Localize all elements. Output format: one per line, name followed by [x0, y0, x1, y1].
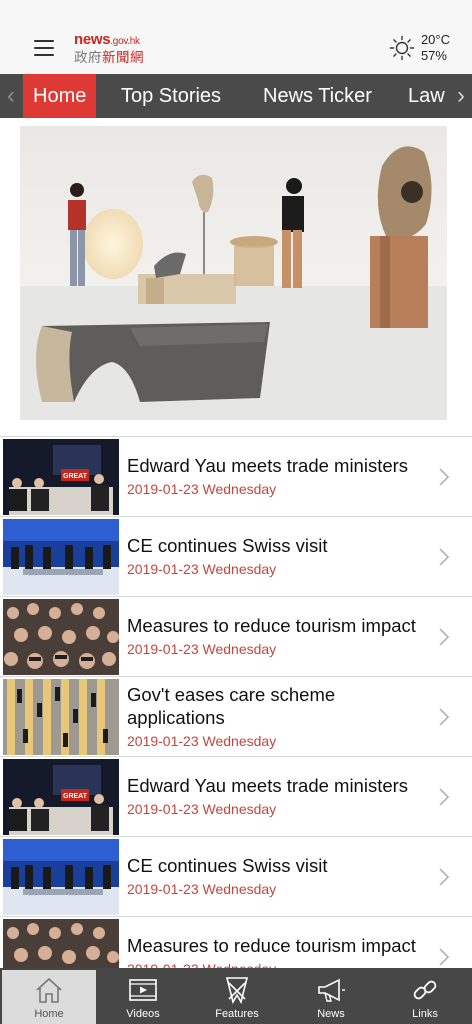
tab-news-ticker[interactable]: News Ticker [263, 74, 372, 118]
news-date: 2019-01-23 Wednesday [127, 561, 277, 577]
news-title: Measures to reduce tourism impact [127, 615, 416, 636]
nav-links-label: Links [412, 1008, 438, 1020]
weather-widget[interactable]: 20°C 57% [389, 32, 450, 64]
category-tabbar: ‹ Home Top Stories News Ticker Law › [0, 74, 472, 118]
logo-zh-grey: 政府 [74, 50, 102, 66]
sun-icon [389, 35, 415, 61]
nav-videos[interactable]: Videos [96, 968, 190, 1024]
tab-home[interactable]: Home [23, 74, 97, 118]
site-logo[interactable]: news.gov.hk 政府新聞網 [74, 32, 144, 67]
tab-law[interactable]: Law [408, 74, 445, 118]
news-title: Gov't eases care scheme applications [127, 683, 336, 728]
news-title: CE continues Swiss visit [127, 855, 328, 876]
chevron-right-icon [439, 547, 450, 566]
home-icon [36, 977, 62, 1003]
features-icon [225, 977, 249, 1005]
chevron-right-icon [439, 867, 450, 886]
news-list-item[interactable]: Gov't eases care scheme applications 2019… [0, 677, 472, 757]
humidity: 57% [420, 48, 447, 63]
video-icon [129, 979, 157, 1001]
bottom-navigation: Home Videos Features News Links [0, 968, 472, 1024]
news-date: 2019-01-23 Wednesday [127, 881, 277, 897]
news-thumbnail: GREAT [3, 759, 119, 835]
megaphone-icon [318, 978, 345, 1002]
news-thumbnail [3, 599, 119, 675]
news-date: 2019-01-23 Wednesday [127, 481, 277, 497]
nav-videos-label: Videos [126, 1008, 160, 1020]
logo-domain-text: .gov.hk [110, 36, 140, 47]
nav-links[interactable]: Links [378, 968, 472, 1024]
chevron-right-icon [439, 787, 450, 806]
nav-home-label: Home [34, 1008, 64, 1020]
news-thumbnail [3, 519, 119, 595]
menu-icon[interactable] [34, 40, 54, 56]
news-date: 2019-01-23 Wednesday [127, 959, 432, 968]
news-thumbnail [3, 839, 119, 915]
tabs-scroll-left-icon[interactable]: ‹ [0, 74, 22, 118]
news-list-item[interactable]: CE continues Swiss visit 2019-01-23 Wedne… [0, 837, 472, 917]
nav-news[interactable]: News [284, 968, 378, 1024]
chevron-right-icon [439, 467, 450, 486]
link-icon [413, 980, 437, 1000]
news-thumbnail [3, 919, 119, 968]
svg-text:GREAT: GREAT [63, 793, 88, 800]
temperature: 20°C [420, 32, 450, 47]
news-list: GREAT Edward Yau meets trade ministers 201… [0, 436, 472, 968]
news-date: 2019-01-23 Wednesday [127, 641, 277, 657]
tab-top-stories[interactable]: Top Stories [121, 74, 221, 118]
nav-features-label: Features [215, 1008, 259, 1020]
hero-photo [20, 126, 447, 420]
news-list-item[interactable]: GREAT Edward Yau meets trade ministers 201… [0, 757, 472, 837]
news-title: Edward Yau meets trade ministers [127, 455, 409, 476]
hero-image[interactable] [20, 126, 447, 420]
nav-features[interactable]: Features [190, 968, 284, 1024]
app-header: news.gov.hk 政府新聞網 20°C 57% [0, 0, 472, 74]
news-thumbnail: GREAT [3, 439, 119, 515]
news-title: Edward Yau meets trade ministers [127, 775, 409, 796]
svg-text:GREAT: GREAT [63, 473, 88, 480]
news-list-item[interactable]: Measures to reduce tourism impact 2019-01… [0, 597, 472, 677]
news-title: CE continues Swiss visit [127, 535, 328, 556]
chevron-right-icon [439, 627, 450, 646]
nav-home[interactable]: Home [2, 970, 96, 1024]
chevron-right-icon [439, 707, 450, 726]
logo-news-text: news [74, 31, 111, 48]
logo-zh-red: 新聞網 [102, 50, 144, 66]
nav-news-label: News [317, 1008, 345, 1020]
news-list-item[interactable]: CE continues Swiss visit 2019-01-23 Wedne… [0, 517, 472, 597]
tabs-scroll-right-icon[interactable]: › [450, 74, 472, 118]
news-list-item[interactable]: Measures to reduce tourism impact 2019-01… [0, 917, 472, 968]
chevron-right-icon [439, 947, 450, 966]
news-list-item[interactable]: GREAT Edward Yau meets trade ministers 201… [0, 437, 472, 517]
news-title: Measures to reduce tourism impact [127, 935, 416, 956]
news-thumbnail [3, 679, 119, 755]
news-date: 2019-01-23 Wednesday [127, 801, 277, 817]
news-date: 2019-01-23 Wednesday [127, 732, 277, 749]
